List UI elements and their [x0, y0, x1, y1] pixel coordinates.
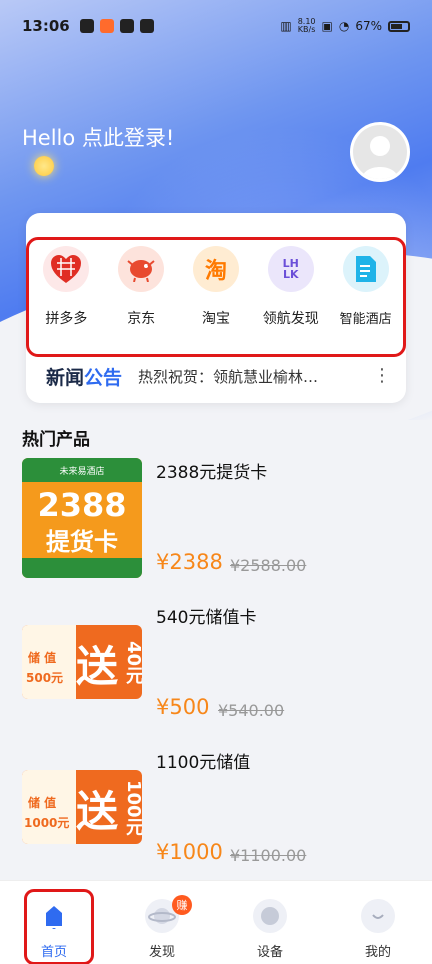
shortcut-taobao[interactable]: 淘 淘宝 [180, 246, 252, 354]
product-image-amount: 40元 [123, 641, 142, 685]
section-title: 热门产品 [22, 430, 90, 450]
product-image[interactable]: 储 值 1000元 送 100元 [22, 770, 142, 844]
tab-discover[interactable]: 发现 [108, 881, 216, 964]
linghang-icon: LHLK [267, 246, 314, 292]
earn-badge: 赚 [172, 895, 192, 915]
news-title-part1: 新闻 [46, 366, 85, 389]
pinduoduo-icon [43, 246, 90, 292]
battery-icon [388, 20, 410, 32]
product-image-footer [22, 558, 142, 578]
product-image[interactable]: 未来易酒店 2388 提货卡 [22, 458, 142, 578]
shortcut-label: 领航发现 [262, 311, 319, 327]
shortcut-label: 淘宝 [201, 311, 230, 327]
shortcut-label: 拼多多 [45, 311, 88, 327]
product-image-left1: 储 值 [28, 651, 57, 665]
product-image-left1: 储 值 [28, 796, 57, 810]
profile-icon [361, 899, 395, 933]
news-title: 新闻公告 [46, 363, 122, 390]
wifi-icon: ◔ [338, 19, 350, 33]
product-price: ¥1000 [156, 840, 223, 864]
notification-icon [79, 19, 94, 33]
sun-decoration-icon [34, 156, 54, 176]
sim-icon: ▣ [321, 19, 333, 33]
vibrate-icon: ▥ [280, 19, 292, 33]
status-bar: 13:06 ▥ 8.10 KB/s ▣ ◔ 67% [0, 0, 432, 52]
product-old-price: ¥2588.00 [230, 556, 307, 575]
product-old-price: ¥540.00 [218, 701, 285, 720]
product-item[interactable]: 储 值 1000元 送 100元 1100元储值 ¥1000 ¥1100.00 [22, 748, 412, 878]
user-avatar-icon [353, 125, 407, 179]
product-name: 1100元储值 [156, 753, 251, 773]
product-price: ¥500 [156, 695, 210, 719]
news-text[interactable]: 热烈祝贺：领航慧业榆林… [138, 366, 343, 387]
shortcut-row: 拼多多 京东 淘 淘宝 LHLK 领航发现 智能酒店 [26, 237, 406, 357]
product-image-left2: 1000元 [24, 816, 70, 830]
taobao-icon: 淘 [192, 246, 239, 292]
play-icon [119, 19, 134, 33]
shortcut-label: 智能酒店 [339, 312, 392, 327]
more-vertical-icon[interactable]: ⋮ [373, 367, 391, 385]
shortcut-hotel[interactable]: 智能酒店 [330, 246, 402, 354]
jd-icon [118, 246, 165, 292]
hotel-icon [342, 246, 389, 292]
battery-percent: 67% [355, 19, 382, 33]
shortcut-jd[interactable]: 京东 [105, 246, 177, 354]
product-image-sub: 提货卡 [46, 528, 118, 556]
shortcut-label: 京东 [127, 311, 156, 327]
device-icon [253, 899, 287, 933]
tab-home[interactable]: 首页 [0, 881, 108, 964]
network-speed: 8.10 KB/s [298, 18, 316, 34]
product-image-big: 2388 [37, 486, 127, 524]
news-title-part2: 公告 [84, 366, 123, 389]
tab-devices[interactable]: 设备 [216, 881, 324, 964]
product-image-big: 送 [76, 642, 119, 691]
bottom-tabbar: 首页 发现 设备 我的 赚 [0, 880, 432, 964]
active-tab-highlight [24, 889, 94, 964]
shortcut-pinduoduo[interactable]: 拼多多 [30, 246, 102, 354]
product-price: ¥2388 [156, 550, 223, 574]
tab-label: 设备 [256, 945, 283, 960]
login-greeting[interactable]: Hello 点此登录! [22, 122, 174, 152]
product-image-amount: 100元 [123, 780, 142, 836]
app-notification-icon [99, 19, 114, 33]
status-time: 13:06 [22, 17, 70, 35]
tab-label: 发现 [148, 945, 175, 960]
linghang-icon-text: LHLK [282, 257, 299, 281]
product-old-price: ¥1100.00 [230, 846, 307, 865]
network-speed-unit: KB/s [297, 25, 316, 34]
product-item[interactable]: 未来易酒店 2388 提货卡 2388元提货卡 ¥2388 ¥2588.00 [22, 458, 412, 588]
shortcut-card: 拼多多 京东 淘 淘宝 LHLK 领航发现 智能酒店 新闻公告 热烈祝贺：领航慧… [26, 213, 406, 403]
product-image[interactable]: 储 值 500元 送 40元 [22, 625, 142, 699]
mail-icon [139, 19, 154, 33]
product-image-brand: 未来易酒店 [22, 458, 142, 482]
shortcut-linghang[interactable]: LHLK 领航发现 [255, 246, 327, 354]
news-bar[interactable]: 新闻公告 热烈祝贺：领航慧业榆林… ⋮ [46, 361, 391, 391]
avatar[interactable] [350, 122, 410, 182]
tab-label: 我的 [364, 945, 391, 960]
taobao-icon-text: 淘 [204, 259, 227, 284]
product-image-big: 送 [76, 787, 119, 836]
tab-mine[interactable]: 我的 [324, 881, 432, 964]
product-name: 2388元提货卡 [156, 463, 268, 483]
product-name: 540元储值卡 [156, 608, 257, 628]
product-item[interactable]: 储 值 500元 送 40元 540元储值卡 ¥500 ¥540.00 [22, 603, 412, 733]
product-image-left2: 500元 [26, 671, 64, 685]
